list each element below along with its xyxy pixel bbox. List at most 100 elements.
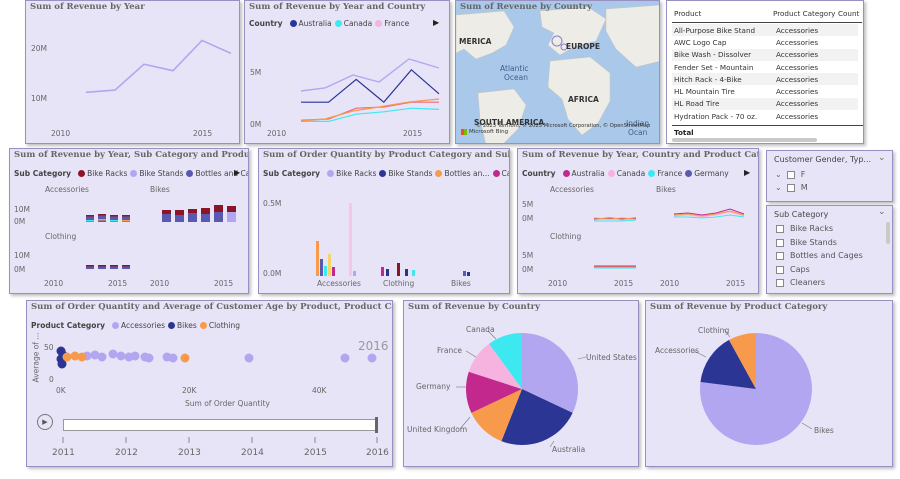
- revenue-by-year-subcategory-chart[interactable]: Sum of Revenue by Year, Sub Category and…: [9, 148, 249, 294]
- checkbox[interactable]: [776, 278, 784, 287]
- pie-label: Australia: [552, 445, 586, 454]
- pie-label: Canada: [466, 325, 495, 334]
- column-header-product[interactable]: Product: [674, 9, 701, 18]
- slicer-collapse-icon[interactable]: ⌄: [878, 153, 886, 163]
- bing-logo: Microsoft Bing: [461, 129, 508, 135]
- map-label: Ocan: [628, 128, 648, 137]
- revenue-by-year-country-chart[interactable]: Sum of Revenue by Year and Country Count…: [244, 0, 450, 144]
- pie-label: United States: [586, 353, 637, 362]
- category-cell: Accessories: [774, 48, 858, 61]
- product-cell: Hydration Pack - 70 oz.: [672, 110, 774, 123]
- play-year[interactable]: 2013: [178, 448, 201, 458]
- scatter-plot-area: [56, 346, 377, 369]
- table-row[interactable]: HL Road Tire Accessories: [672, 97, 858, 111]
- play-axis-track[interactable]: [63, 419, 377, 431]
- pie-area: [693, 328, 813, 445]
- play-year[interactable]: 2011: [52, 448, 75, 458]
- line-plot-area: [300, 58, 440, 123]
- play-year[interactable]: 2012: [115, 448, 138, 458]
- product-cell: Bike Wash - Dissolver: [672, 48, 774, 61]
- table-total-row: Total: [672, 125, 863, 137]
- order-quantity-vs-age-scatter[interactable]: Sum of Order Quantity and Average of Cus…: [26, 300, 393, 467]
- slicer-item[interactable]: Bottles and Cages: [776, 251, 863, 260]
- category-cell: Accessories: [774, 60, 858, 74]
- accessories-group: [316, 203, 356, 276]
- product-cell: HL Mountain Tire: [672, 85, 774, 98]
- pie-label: Clothing: [698, 326, 730, 335]
- table-row[interactable]: Hydration Pack - 70 oz. Accessories: [672, 110, 858, 123]
- bar-plot-area: [316, 203, 470, 276]
- map-label: MERICA: [459, 37, 492, 46]
- pie-label: Bikes: [814, 426, 834, 435]
- sub-category-slicer[interactable]: Sub Category ⌄ Bike Racks Bike Stands Bo…: [766, 205, 893, 294]
- horizontal-scrollbar[interactable]: [672, 138, 817, 142]
- revenue-by-year-chart[interactable]: Sum of Revenue by Year 20M 10M 2010 2015: [25, 0, 240, 144]
- product-cell: HL Road Tire: [672, 97, 774, 111]
- series-line-france: [300, 101, 439, 121]
- play-axis-handle[interactable]: [375, 417, 378, 433]
- table-row[interactable]: HL Mountain Tire Accessories: [672, 85, 858, 98]
- bikes-lines: [673, 208, 745, 219]
- table-row[interactable]: AWC Logo Cap Accessories: [672, 36, 858, 49]
- slicer-item[interactable]: Bike Racks: [776, 224, 833, 233]
- category-cell: Accessories: [774, 36, 858, 49]
- slicer-title: Customer Gender, Typ...: [774, 155, 872, 164]
- product-table[interactable]: Product Product Category Count All-Purpo…: [666, 0, 864, 144]
- column-header-count[interactable]: Count: [838, 9, 859, 18]
- slicer-item-m[interactable]: ⌄ M: [775, 183, 808, 192]
- map-label: EUROPE: [566, 42, 600, 51]
- play-year[interactable]: 2016: [366, 448, 389, 458]
- accessories-lines: [593, 217, 637, 222]
- order-quantity-by-category-chart[interactable]: Sum of Order Quantity by Product Categor…: [258, 148, 510, 294]
- slicer-item[interactable]: Caps: [776, 265, 810, 274]
- clothing-bars: [86, 265, 130, 269]
- revenue-by-country-pie[interactable]: Sum of Revenue by Country United States …: [403, 300, 639, 467]
- accessories-bars: [86, 214, 130, 222]
- bikes-group: [463, 271, 470, 276]
- slicer-item-f[interactable]: ⌄ F: [775, 170, 805, 179]
- revenue-by-year-country-category-chart[interactable]: Sum of Revenue by Year, Country and Prod…: [517, 148, 759, 294]
- clothing-group: [381, 263, 415, 276]
- slicer-item[interactable]: Cleaners: [776, 278, 825, 287]
- checkbox[interactable]: [786, 183, 795, 192]
- slicer-item[interactable]: Bike Stands: [776, 238, 837, 247]
- slicer-title: Sub Category: [774, 210, 829, 219]
- play-year[interactable]: 2014: [241, 448, 264, 458]
- checkbox[interactable]: [776, 238, 784, 247]
- table-row[interactable]: All-Purpose Bike Stand Accessories: [672, 24, 858, 37]
- play-button[interactable]: ▶: [37, 414, 53, 430]
- clothing-lines: [594, 265, 636, 269]
- expand-icon[interactable]: ⌄: [775, 170, 782, 179]
- play-icon: ▶: [42, 418, 48, 426]
- product-cell: Hitch Rack - 4-Bike: [672, 73, 774, 86]
- vertical-scrollbar[interactable]: [886, 222, 890, 244]
- series-line-australia: [301, 68, 440, 104]
- table-row[interactable]: Fender Set - Mountain Accessories: [672, 60, 858, 74]
- pie-label: Accessories: [655, 346, 699, 355]
- column-header-category[interactable]: Product Category: [773, 9, 835, 18]
- category-cell: Accessories: [774, 110, 858, 123]
- product-cell: AWC Logo Cap: [672, 36, 774, 49]
- customer-gender-slicer[interactable]: Customer Gender, Typ... ⌄ ⌄ F ⌄ M: [766, 150, 893, 202]
- pie-label: France: [437, 346, 462, 355]
- checkbox[interactable]: [776, 224, 784, 233]
- checkbox[interactable]: [786, 170, 795, 179]
- table-row[interactable]: Hitch Rack - 4-Bike Accessories: [672, 73, 858, 86]
- pie-label: United Kingdom: [407, 425, 468, 434]
- expand-icon[interactable]: ⌄: [775, 183, 782, 192]
- slicer-collapse-icon[interactable]: ⌄: [878, 207, 886, 217]
- checkbox[interactable]: [776, 251, 784, 260]
- pie-label: Germany: [416, 382, 451, 391]
- revenue-by-product-category-pie[interactable]: Sum of Revenue by Product Category Cloth…: [645, 300, 893, 467]
- table-row[interactable]: Bike Wash - Dissolver Accessories: [672, 48, 858, 61]
- revenue-by-country-map[interactable]: MERICA EUROPE Atlantic Ocean AFRICA SOUT…: [455, 0, 660, 144]
- total-line: [300, 58, 440, 92]
- bikes-bars: [162, 205, 236, 222]
- category-cell: Accessories: [774, 24, 858, 37]
- revenue-line: [85, 39, 232, 94]
- product-cell: Fender Set - Mountain: [672, 60, 774, 74]
- pie-leader-line: [801, 422, 813, 430]
- table-header: Product Product Category Count: [672, 6, 862, 23]
- play-year[interactable]: 2015: [304, 448, 327, 458]
- checkbox[interactable]: [776, 265, 784, 274]
